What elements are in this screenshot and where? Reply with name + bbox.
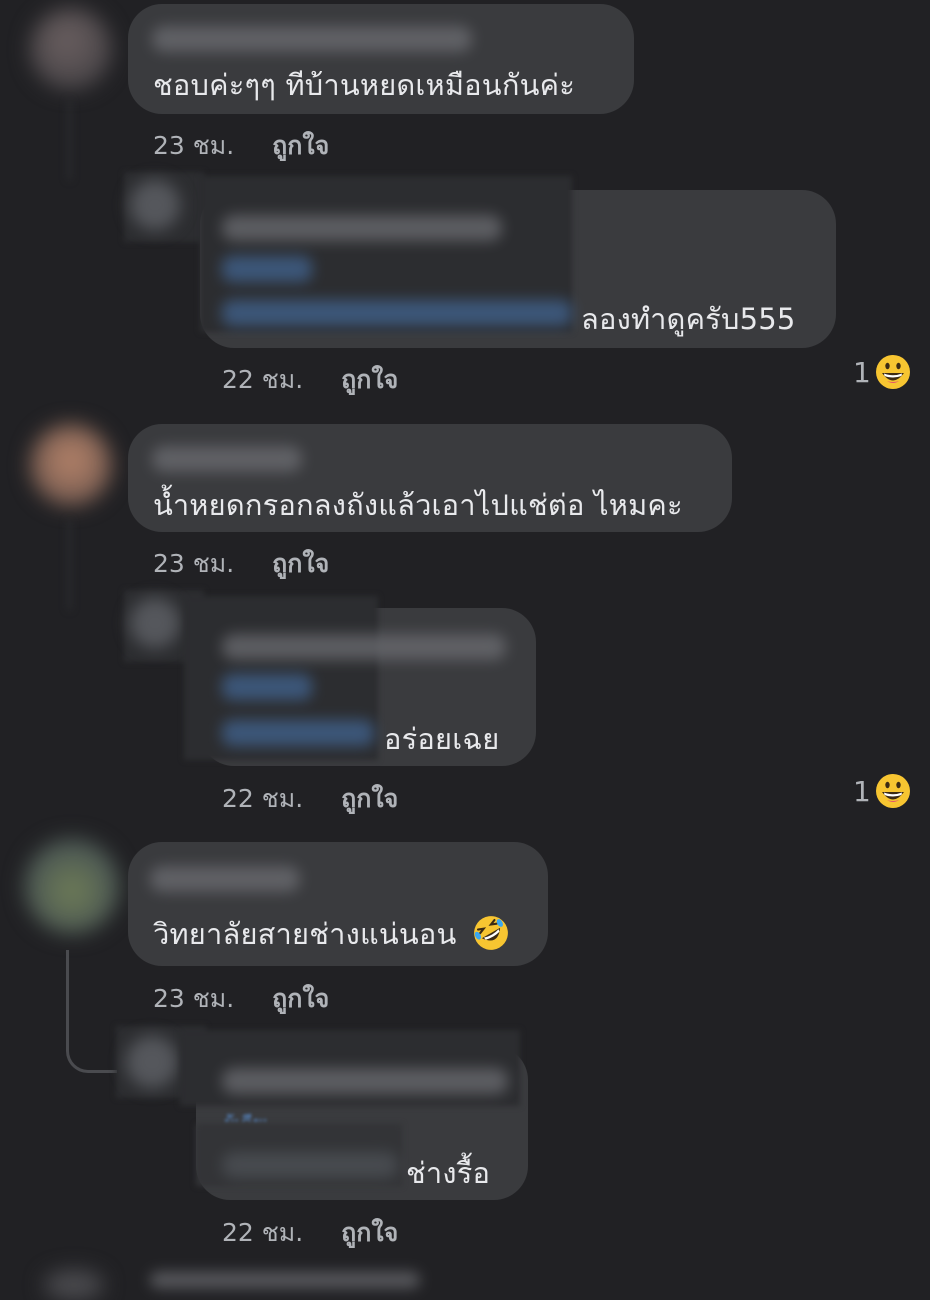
like-button[interactable]: ถูกใจ — [272, 131, 329, 160]
comment-time: 23 ชม. — [153, 984, 235, 1013]
reply-text: อร่อยเฉย — [384, 722, 500, 756]
replier-name[interactable] — [222, 634, 506, 660]
reply-time: 22 ชม. — [222, 365, 304, 394]
comment-text: วิทยาลัยสายช่างแน่นอน — [153, 911, 510, 957]
commenter-name[interactable] — [152, 446, 302, 472]
grinning-face-icon — [875, 355, 910, 389]
reply-meta: 22 ชม. ถูกใจ — [222, 360, 398, 400]
avatar[interactable] — [44, 1270, 104, 1300]
reply-text: ลองทำดูครับ555 — [581, 302, 796, 336]
like-button[interactable]: ถูกใจ — [341, 365, 398, 394]
mention-link[interactable] — [222, 720, 374, 746]
comment-meta: 23 ชม. ถูกใจ — [153, 979, 329, 1019]
replier-name[interactable] — [222, 1068, 508, 1094]
avatar[interactable] — [30, 8, 112, 90]
like-button[interactable]: ถูกใจ — [341, 1218, 398, 1247]
commenter-name[interactable] — [150, 866, 300, 892]
commenter-name[interactable] — [152, 26, 472, 52]
reply-meta: 22 ชม. ถูกใจ — [222, 779, 398, 819]
commenter-name[interactable] — [150, 1272, 420, 1288]
reaction-count: 1 — [853, 774, 871, 808]
avatar[interactable] — [24, 838, 120, 934]
like-button[interactable]: ถูกใจ — [272, 549, 329, 578]
replier-name[interactable] — [222, 215, 502, 241]
mention-link[interactable] — [222, 256, 312, 282]
grinning-face-icon — [875, 774, 910, 808]
mention-link[interactable] — [222, 1152, 398, 1178]
reply-avatar[interactable] — [126, 1036, 178, 1088]
comment-time: 23 ชม. — [153, 131, 235, 160]
reply-avatar[interactable] — [130, 598, 180, 648]
comment-meta: 23 ชม. ถูกใจ — [153, 544, 329, 584]
reply-meta: 22 ชม. ถูกใจ — [222, 1213, 398, 1253]
like-button[interactable]: ถูกใจ — [272, 984, 329, 1013]
comment-text: น้ำหยดกรอกลงถังแล้วเอาไปแช่ต่อ ไหมคะ — [153, 488, 683, 522]
comment-time: 23 ชม. — [153, 549, 235, 578]
comment-text: ชอบค่ะๆๆ ทีบ้านหยดเหมือนกันค่ะ — [153, 68, 575, 102]
reaction-summary[interactable]: 1 — [853, 773, 911, 809]
comments-thread: ชอบค่ะๆๆ ทีบ้านหยดเหมือนกันค่ะ 23 ชม. ถูก… — [0, 0, 930, 1300]
like-button[interactable]: ถูกใจ — [341, 784, 398, 813]
mention-link[interactable] — [222, 674, 312, 700]
avatar[interactable] — [30, 424, 112, 506]
thread-connector — [66, 950, 117, 1073]
reply-time: 22 ชม. — [222, 1218, 304, 1247]
comment-meta: 23 ชม. ถูกใจ — [153, 126, 329, 166]
mention-link[interactable] — [222, 300, 572, 326]
reply-avatar[interactable] — [130, 180, 180, 230]
reaction-summary[interactable]: 1 — [853, 354, 911, 390]
mention-link[interactable]: ผู้เดียเ — [224, 1108, 304, 1122]
reply-text: ช่างรื้อ — [406, 1156, 491, 1190]
reaction-count: 1 — [853, 355, 871, 389]
rolling-on-floor-laughing-icon — [474, 916, 508, 950]
reply-time: 22 ชม. — [222, 784, 304, 813]
